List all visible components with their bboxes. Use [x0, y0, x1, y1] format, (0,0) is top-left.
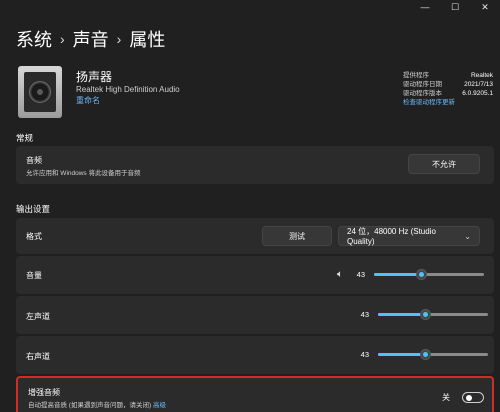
volume-slider[interactable]	[374, 269, 484, 280]
breadcrumb-separator: ›	[116, 31, 122, 47]
device-name: 扬声器	[76, 70, 113, 84]
test-button[interactable]: 测试	[262, 226, 332, 246]
format-card: 格式 测试 24 位，48000 Hz (Studio Quality) ⌄	[16, 218, 494, 254]
enhance-audio-label: 增强音频	[28, 388, 60, 397]
speaker-face	[24, 72, 56, 112]
audio-label: 音频	[26, 156, 42, 165]
driver-date-row: 驱动程序日期 2021/7/13	[403, 80, 493, 89]
general-section-title: 常规	[16, 133, 34, 143]
chevron-down-icon: ⌄	[464, 231, 471, 241]
driver-date-label: 驱动程序日期	[403, 81, 442, 88]
breadcrumb-item-system[interactable]: 系统	[16, 26, 52, 52]
enhance-audio-description-text: 自动提高音质 (如果遇到声音问题，请关闭)	[28, 402, 152, 409]
close-button[interactable]: ✕	[470, 0, 500, 14]
right-channel-label: 右声道	[26, 352, 50, 361]
format-label: 格式	[26, 232, 42, 241]
left-channel-slider-row: 43	[355, 309, 488, 320]
driver-version-row: 驱动程序版本 6.0.9205.1	[403, 89, 493, 98]
left-channel-slider-thumb[interactable]	[419, 309, 431, 320]
left-channel-label: 左声道	[26, 312, 50, 321]
volume-label: 音量	[26, 271, 42, 280]
format-select[interactable]: 24 位，48000 Hz (Studio Quality) ⌄	[338, 226, 480, 246]
window-controls: — ☐ ✕	[410, 0, 500, 14]
driver-info: 提供程序 Realtek 驱动程序日期 2021/7/13 驱动程序版本 6.0…	[403, 71, 493, 107]
right-channel-slider-fill	[378, 353, 426, 356]
speaker-volume-icon[interactable]: 🔈︎	[337, 269, 343, 280]
driver-provider-label: 提供程序	[403, 72, 429, 79]
driver-version-label: 驱动程序版本	[403, 90, 442, 97]
right-channel-slider[interactable]	[378, 349, 488, 360]
enhance-audio-toggle[interactable]	[462, 392, 484, 403]
volume-value: 43	[356, 270, 365, 279]
toggle-knob	[466, 395, 472, 401]
driver-version-value: 6.0.9205.1	[462, 90, 493, 97]
breadcrumb-item-sound[interactable]: 声音	[73, 26, 109, 52]
enhance-audio-toggle-label: 关	[442, 393, 450, 402]
driver-provider-value: Realtek	[470, 72, 493, 79]
advanced-link[interactable]: 高级	[153, 402, 166, 409]
page-title: 属性	[129, 30, 166, 50]
right-channel-value: 43	[360, 350, 369, 359]
output-section-title: 输出设置	[16, 204, 51, 214]
enhance-audio-card: 增强音频 自动提高音质 (如果遇到声音问题，请关闭) 高级 关	[16, 376, 494, 412]
disallow-button[interactable]: 不允许	[408, 154, 480, 174]
driver-date-value: 2021/7/13	[464, 81, 493, 88]
check-driver-update-link[interactable]: 检查驱动程序更新	[403, 98, 493, 107]
minimize-button[interactable]: —	[410, 0, 440, 14]
right-channel-slider-thumb[interactable]	[419, 349, 431, 360]
enhance-audio-toggle-wrap: 关	[442, 392, 484, 403]
audio-card: 音频 允许应用和 Windows 将此设备用于音频 不允许	[16, 146, 494, 184]
volume-slider-fill	[374, 273, 422, 276]
enhance-audio-description: 自动提高音质 (如果遇到声音问题，请关闭) 高级	[28, 399, 166, 409]
right-channel-slider-row: 43	[355, 349, 488, 360]
volume-slider-thumb[interactable]	[415, 269, 427, 280]
left-channel-slider-fill	[378, 313, 426, 316]
format-selected-value: 24 位，48000 Hz (Studio Quality)	[347, 227, 436, 246]
driver-provider-row: 提供程序 Realtek	[403, 71, 493, 80]
volume-slider-row: 🔈︎ 43	[337, 269, 484, 280]
volume-card: 音量 🔈︎ 43	[16, 256, 494, 294]
speaker-cone	[29, 81, 51, 103]
left-channel-card: 左声道 43	[16, 296, 494, 334]
breadcrumb-separator: ›	[60, 31, 65, 47]
speaker-icon	[18, 66, 62, 118]
right-channel-card: 右声道 43	[16, 336, 494, 374]
breadcrumb: 系统 › 声音 › 属性	[16, 26, 165, 52]
audio-description: 允许应用和 Windows 将此设备用于音频	[26, 170, 141, 177]
left-channel-slider[interactable]	[378, 309, 488, 320]
rename-link[interactable]: 重命名	[76, 95, 100, 106]
left-channel-value: 43	[360, 310, 369, 319]
device-subtitle: Realtek High Definition Audio	[76, 85, 180, 94]
maximize-button[interactable]: ☐	[440, 0, 470, 14]
